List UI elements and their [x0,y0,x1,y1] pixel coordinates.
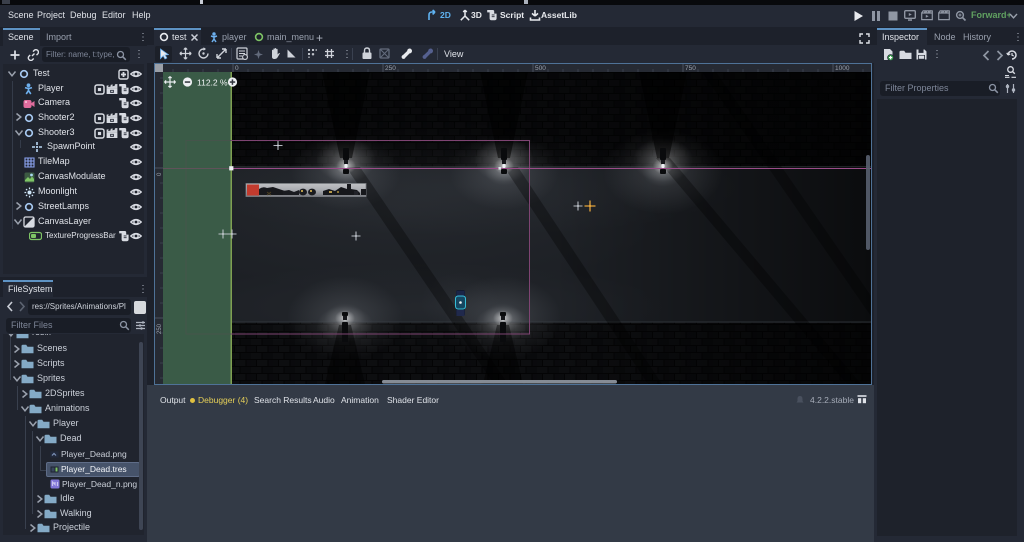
svg-text:1000: 1000 [835,65,850,72]
svg-text:112.2 %: 112.2 % [197,78,228,88]
svg-text:250: 250 [385,65,396,72]
svg-text:500: 500 [535,65,546,72]
svg-text:0: 0 [235,65,239,72]
svg-text:750: 750 [685,65,696,72]
